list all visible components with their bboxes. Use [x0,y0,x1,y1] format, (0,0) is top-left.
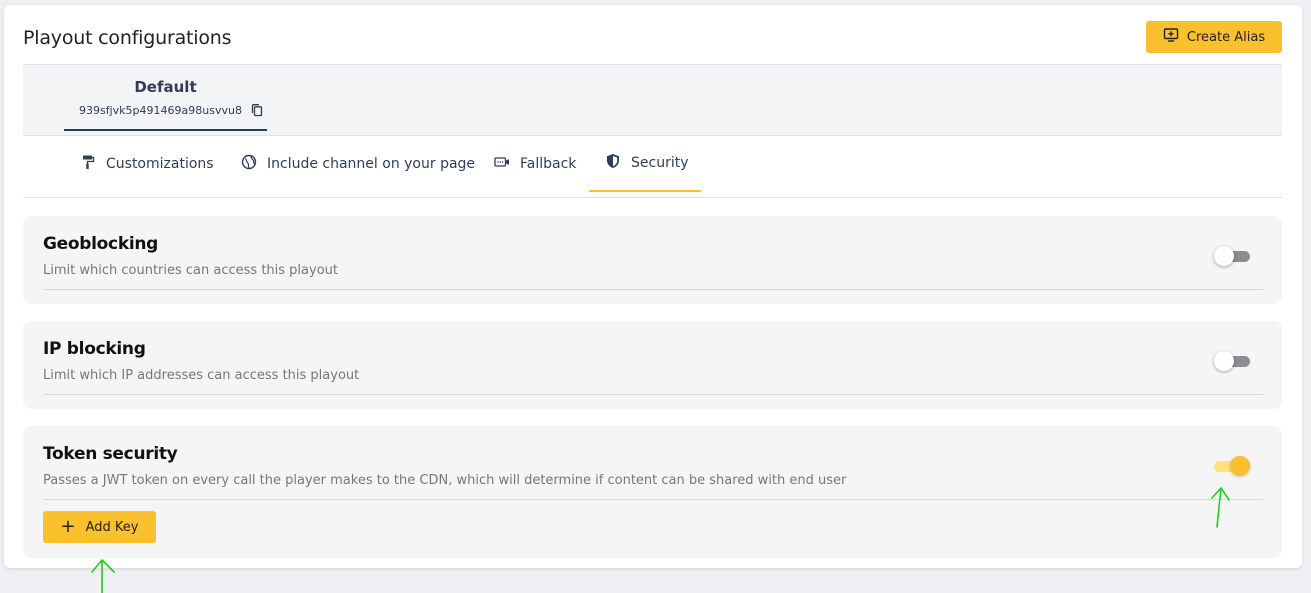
alias-id-row: 939sfjvk5p491469a98usvvu8 [79,103,264,117]
globe-icon [241,154,257,174]
divider [43,289,1263,290]
config-tabs: Customizations Include channel on your p… [23,136,1282,198]
toggle-knob [1214,246,1234,266]
alias-name: Default [134,78,197,96]
tab-fallback[interactable]: Fallback [494,136,576,192]
geoblocking-description: Limit which countries can access this pl… [43,263,338,278]
shield-icon [605,153,621,173]
alias-tab-default[interactable]: Default 939sfjvk5p491469a98usvvu8 [64,65,267,131]
alias-id: 939sfjvk5p491469a98usvvu8 [79,103,242,117]
tab-security-label: Security [631,155,689,171]
token-security-toggle[interactable] [1214,456,1250,476]
plus-icon: + [60,516,76,537]
tab-include-channel-label: Include channel on your page [267,156,476,172]
create-alias-label: Create Alias [1186,29,1266,45]
token-security-description: Passes a JWT token on every call the pla… [43,473,847,488]
add-key-label: Add Key [85,519,139,535]
tab-security[interactable]: Security [589,136,701,192]
create-alias-button[interactable]: Create Alias [1146,21,1282,53]
geoblocking-section: Geoblocking Limit which countries can ac… [23,216,1282,304]
ip-blocking-title: IP blocking [43,339,146,359]
copy-icon[interactable] [250,103,264,117]
annotation-arrow-toggle [1211,487,1230,528]
alias-strip: Default 939sfjvk5p491469a98usvvu8 [23,64,1282,136]
ip-blocking-section: IP blocking Limit which IP addresses can… [23,321,1282,409]
video-icon [494,154,510,174]
tab-customizations[interactable]: Customizations [80,136,214,192]
tab-customizations-label: Customizations [106,156,214,172]
add-screen-icon [1163,27,1179,47]
add-key-button[interactable]: + Add Key [43,511,156,543]
ip-blocking-toggle[interactable] [1214,351,1250,371]
ip-blocking-description: Limit which IP addresses can access this… [43,368,360,383]
card-header: Playout configurations Create Alias [4,5,1302,65]
token-security-title: Token security [43,444,178,464]
tab-fallback-label: Fallback [520,156,577,172]
page-title: Playout configurations [23,27,232,49]
toggle-knob [1230,456,1250,476]
divider [43,499,1263,500]
annotation-arrow-add-key [91,559,115,593]
toggle-knob [1214,351,1234,371]
divider [43,394,1263,395]
geoblocking-toggle[interactable] [1214,246,1250,266]
token-security-section: Token security Passes a JWT token on eve… [23,426,1282,558]
playout-config-card: Playout configurations Create Alias Defa… [4,5,1302,568]
geoblocking-title: Geoblocking [43,234,159,254]
tab-include-channel[interactable]: Include channel on your page [241,136,475,192]
paint-roller-icon [80,154,96,174]
